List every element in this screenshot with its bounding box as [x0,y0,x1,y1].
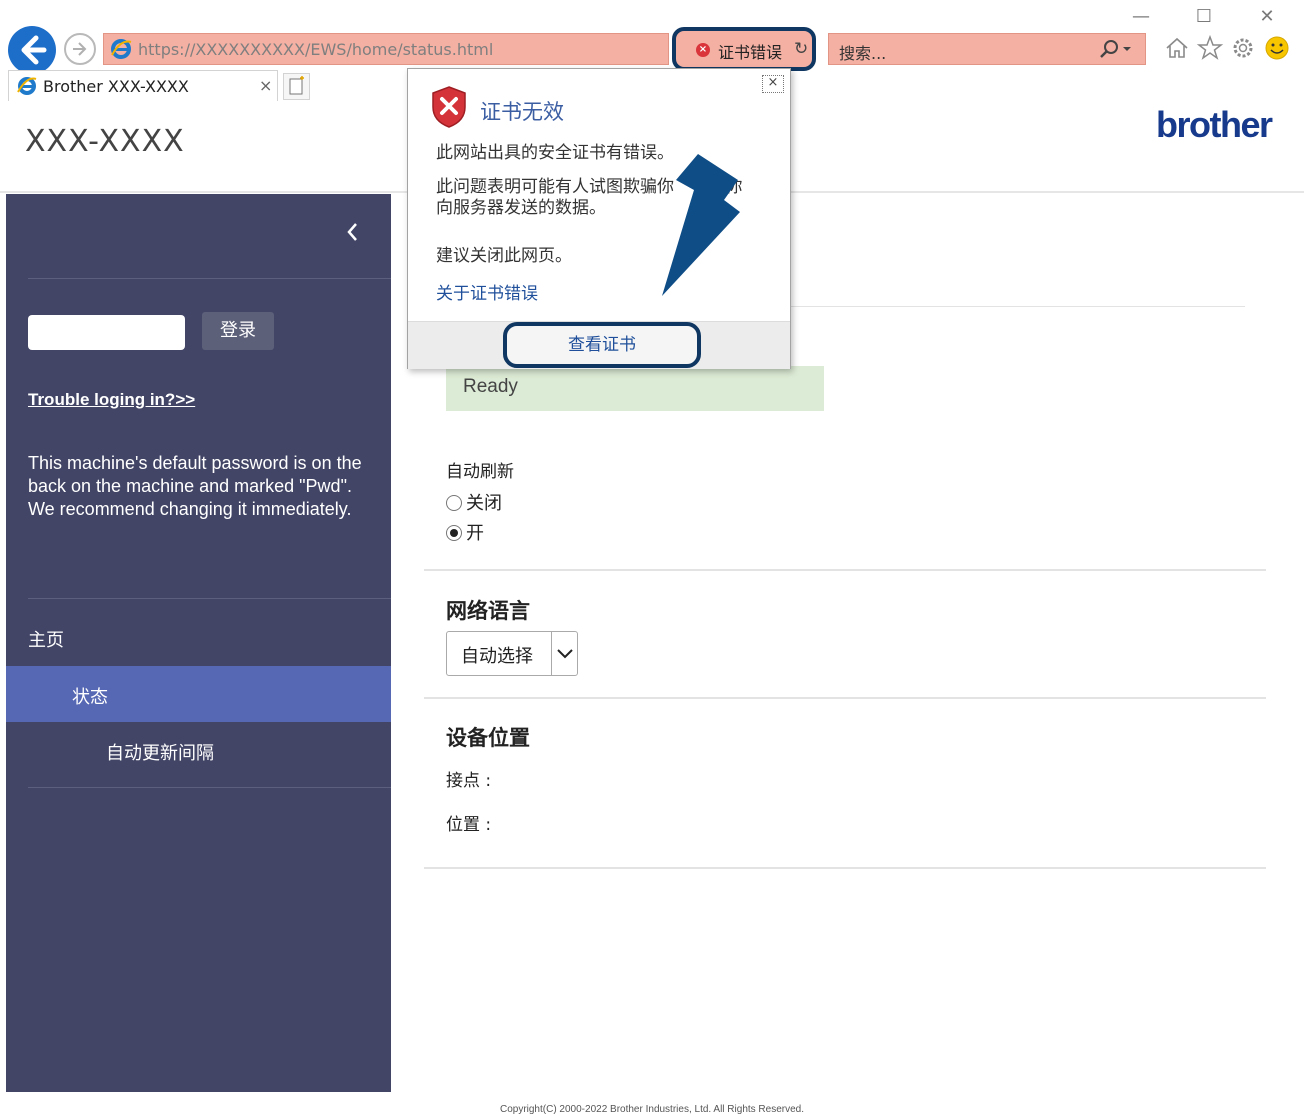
login-button[interactable]: 登录 [202,312,274,350]
brother-logo: brother [1156,104,1273,145]
new-tab-button[interactable] [283,73,310,100]
sidebar-item-auto-refresh-interval[interactable]: 自动更新间隔 [106,739,214,765]
auto-refresh-on-option[interactable]: 开 [446,519,484,545]
address-bar[interactable]: https://XXXXXXXXXX/EWS/home/status.html [103,33,669,65]
search-input[interactable]: 搜索... [828,33,1146,65]
select-value: 自动选择 [461,646,533,667]
search-icon[interactable] [1097,38,1137,64]
refresh-icon[interactable]: ↻ [794,39,808,59]
sidebar-divider [28,278,391,279]
back-arrow-icon [21,35,47,65]
ie-icon [17,76,37,100]
web-language-title: 网络语言 [446,599,530,623]
radio-off[interactable] [446,495,462,511]
model-name: XXX-XXXX [25,124,185,159]
location-label: 位置 : [446,815,492,835]
copyright-text: Copyright(C) 2000-2022 Brother Industrie… [499,1104,805,1115]
search-placeholder: 搜索... [839,44,887,63]
section-divider [424,867,1266,869]
forward-arrow-icon [73,42,87,56]
radio-on-label: 开 [466,523,484,544]
section-divider [424,569,1266,571]
forward-button[interactable] [64,33,96,65]
chevron-down-icon[interactable] [551,632,578,675]
annotation-arrow-icon [662,154,740,296]
contact-label: 接点 : [446,771,492,791]
home-icon[interactable] [1163,34,1191,62]
popup-title: 证书无效 [480,100,564,124]
about-cert-errors-link[interactable]: 关于证书错误 [436,279,538,304]
back-button[interactable] [8,26,56,74]
cert-error-label: 证书错误 [718,43,783,62]
url-text: https://XXXXXXXXXX/EWS/home/status.html [138,40,494,59]
password-input[interactable] [28,315,185,350]
sidebar-divider [28,598,391,599]
favorites-star-icon[interactable] [1196,34,1224,62]
popup-text: 此网站出具的安全证书有错误。 [436,143,674,163]
auto-refresh-title: 自动刷新 [446,462,514,482]
sidebar-item-status[interactable]: 状态 [6,666,391,722]
collapse-chevron-icon[interactable] [343,218,363,246]
section-divider [790,306,1245,307]
radio-off-label: 关闭 [466,493,502,514]
browser-tab[interactable]: Brother XXX-XXXX × [8,70,278,101]
device-location-title: 设备位置 [446,726,530,750]
sidebar: 登录 Trouble loging in?>> This machine's d… [6,194,391,1092]
view-certificate-button[interactable]: 查看证书 [503,322,701,368]
auto-refresh-off-option[interactable]: 关闭 [446,489,502,515]
trouble-login-link[interactable]: Trouble loging in?>> [28,390,195,410]
status-indicator: Ready [446,366,824,411]
new-tab-icon [289,76,304,95]
error-x-icon: × [696,43,710,57]
minimize-button[interactable]: — [1126,4,1156,30]
sidebar-divider [28,787,391,788]
close-tab-icon[interactable]: × [259,76,272,95]
web-language-select[interactable]: 自动选择 [446,631,578,676]
default-password-note: This machine's default password is on th… [28,453,362,519]
popup-text: 建议关闭此网页。 [436,246,572,266]
tab-title: Brother XXX-XXXX [43,77,189,96]
close-icon[interactable]: × [762,75,784,93]
smiley-feedback-icon[interactable] [1263,34,1291,62]
settings-gear-icon[interactable] [1229,34,1257,62]
popup-text: 向服务器发送的数据。 [436,198,606,218]
ie-icon [110,38,132,64]
section-divider [424,697,1266,699]
shield-error-icon [432,86,466,128]
sidebar-item-home[interactable]: 主页 [28,626,64,652]
radio-on[interactable] [446,525,462,541]
maximize-button[interactable]: ☐ [1189,4,1219,30]
cert-error-button[interactable]: × 证书错误 ↻ [672,27,816,71]
sidebar-item-label: 状态 [72,687,108,708]
close-window-button[interactable]: ✕ [1252,4,1282,30]
status-text: Ready [463,376,518,397]
